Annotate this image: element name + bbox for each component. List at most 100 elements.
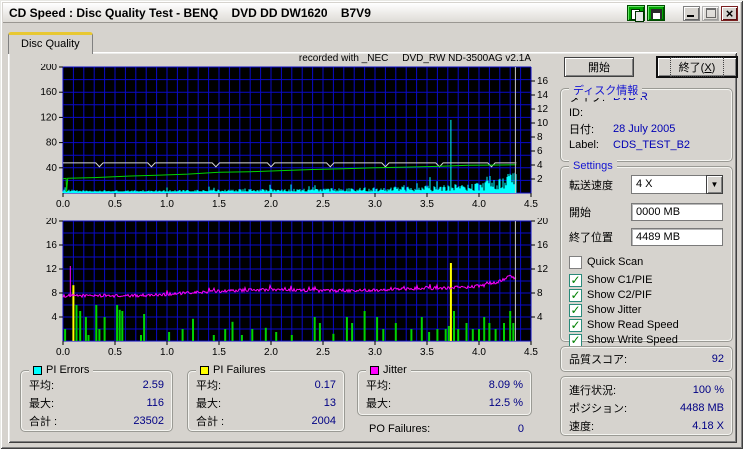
stat-value: 2.59 xyxy=(142,379,164,391)
tab-disc-quality[interactable]: Disc Quality xyxy=(8,32,93,54)
close-button[interactable]: × xyxy=(721,5,738,21)
quality-score-value: 92 xyxy=(711,353,724,365)
start-button[interactable]: 開始 xyxy=(564,57,634,77)
save-icon[interactable] xyxy=(647,5,665,21)
pi-failures-jitter-chart: 20 16 12 8 4 20 16 12 8 4 0.0 0.5 1.0 1.5 2.0 2.5 3.0 3.5… xyxy=(46,218,549,357)
svg-text:4: 4 xyxy=(537,312,543,323)
end-pos-label: 終了位置 xyxy=(569,232,613,244)
svg-text:2.5: 2.5 xyxy=(316,347,330,357)
stat-row: 平均: 0.17 xyxy=(188,376,344,394)
svg-text:12: 12 xyxy=(537,264,549,275)
pi-errors-title: PI Errors xyxy=(46,364,90,376)
start-pos-input[interactable]: 0000 MB xyxy=(631,203,723,221)
checkbox-show-read-speed[interactable]: ✓ Show Read Speed xyxy=(569,318,679,332)
stat-label: 平均: xyxy=(366,380,392,392)
exit-button-label: 終了(X) xyxy=(669,57,725,77)
checkbox-quick-scan[interactable]: Quick Scan xyxy=(569,255,643,269)
quality-score-row: 品質スコア: 92 xyxy=(561,350,732,368)
svg-text:160: 160 xyxy=(40,87,57,98)
checkbox-label: Quick Scan xyxy=(587,256,644,268)
svg-text:12: 12 xyxy=(46,264,58,275)
copy-icon[interactable] xyxy=(627,5,645,22)
svg-text:80: 80 xyxy=(46,138,58,149)
svg-text:3.0: 3.0 xyxy=(368,347,382,357)
end-pos-row: 終了位置 4489 MB xyxy=(569,228,723,246)
start-pos-row: 開始 0000 MB xyxy=(569,203,723,221)
svg-text:2.0: 2.0 xyxy=(264,347,278,357)
speed-row: 転送速度 4 X ▼ xyxy=(569,175,723,194)
jitter-legend: Jitter xyxy=(366,364,411,376)
stat-row: 最大: 116 xyxy=(21,394,172,412)
pi-failures-legend: PI Failures xyxy=(196,364,270,376)
disc-info-row: 日付: 28 July 2005 xyxy=(561,121,732,137)
stat-row: 平均: 2.59 xyxy=(21,376,172,394)
checkbox-box[interactable]: ✓ xyxy=(569,273,582,287)
stat-label: 最大: xyxy=(196,398,222,410)
po-failures-label: PO Failures: xyxy=(369,423,431,435)
checkbox-label: Show Jitter xyxy=(587,304,642,316)
svg-text:40: 40 xyxy=(46,163,58,174)
disc-label-value: CDS_TEST_B2 xyxy=(613,139,691,151)
settings-title: Settings xyxy=(569,160,617,172)
stat-value: 116 xyxy=(146,397,164,409)
exit-button[interactable]: 終了(X) xyxy=(656,56,738,78)
svg-text:4.5: 4.5 xyxy=(524,199,538,209)
checkbox-show-jitter[interactable]: ✓ Show Jitter xyxy=(569,303,641,317)
speed-status-label: 速度: xyxy=(569,421,595,433)
svg-text:0.5: 0.5 xyxy=(108,199,122,209)
svg-text:20: 20 xyxy=(537,218,549,227)
svg-text:16: 16 xyxy=(46,240,58,251)
checkbox-box[interactable]: ✓ xyxy=(569,303,582,317)
stat-value: 0.17 xyxy=(314,379,336,391)
close-icon: × xyxy=(725,5,734,21)
checkbox-label: Show Read Speed xyxy=(587,319,679,331)
svg-text:4: 4 xyxy=(537,160,543,171)
maximize-button[interactable] xyxy=(702,5,719,21)
checkbox-label: Show C2/PIF xyxy=(587,289,652,301)
svg-text:12: 12 xyxy=(537,104,549,115)
checkbox-box[interactable]: ✓ xyxy=(569,288,582,302)
checkbox-show-c1-pie[interactable]: ✓ Show C1/PIE xyxy=(569,273,652,287)
checkbox-box[interactable]: ✓ xyxy=(569,318,582,332)
svg-text:1.0: 1.0 xyxy=(160,347,174,357)
checkbox-show-c2-pif[interactable]: ✓ Show C2/PIF xyxy=(569,288,652,302)
svg-text:0.5: 0.5 xyxy=(108,347,122,357)
settings-group: Settings 転送速度 4 X ▼ 開始 0000 MB 終了位置 4489… xyxy=(560,160,733,347)
stat-label: 平均: xyxy=(196,380,222,392)
disc-date-value: 28 July 2005 xyxy=(613,123,676,135)
svg-text:4: 4 xyxy=(51,312,57,323)
stat-label: 合計 : xyxy=(196,416,225,428)
end-pos-input[interactable]: 4489 MB xyxy=(631,228,723,246)
svg-text:200: 200 xyxy=(40,64,57,73)
checkbox-box[interactable] xyxy=(569,255,582,269)
svg-text:8: 8 xyxy=(51,288,57,299)
svg-text:4.0: 4.0 xyxy=(472,199,486,209)
stat-row: 最大: 12.5 % xyxy=(358,394,531,412)
svg-text:14: 14 xyxy=(537,90,549,101)
stat-label: 最大: xyxy=(29,398,55,410)
svg-text:120: 120 xyxy=(40,112,57,123)
chevron-down-icon[interactable]: ▼ xyxy=(706,175,723,194)
position-row: ポジション: 4488 MB xyxy=(561,399,732,417)
svg-text:16: 16 xyxy=(537,76,549,87)
svg-text:3.0: 3.0 xyxy=(368,199,382,209)
checkbox-label: Show C1/PIE xyxy=(587,274,653,286)
svg-text:1.5: 1.5 xyxy=(212,347,226,357)
pi-errors-legend: PI Errors xyxy=(29,364,94,376)
app-window: CD Speed : Disc Quality Test - BENQ DVD … xyxy=(0,0,743,449)
stat-row: 合計 : 23502 xyxy=(21,412,172,430)
start-pos-label: 開始 xyxy=(569,207,591,219)
minimize-button[interactable] xyxy=(683,5,700,21)
checkbox-box[interactable]: ✓ xyxy=(569,333,582,347)
stat-row: 最大: 13 xyxy=(188,394,344,412)
tab-label: Disc Quality xyxy=(21,38,80,50)
pi-failures-title: PI Failures xyxy=(213,364,266,376)
speed-select[interactable]: 4 X ▼ xyxy=(631,175,723,194)
disc-info-row: Label: CDS_TEST_B2 xyxy=(561,137,732,153)
stat-value: 12.5 % xyxy=(488,397,523,409)
tab-strip: Disc Quality xyxy=(8,32,93,54)
speed-label: 転送速度 xyxy=(569,179,613,192)
pi-errors-color-swatch xyxy=(33,365,42,375)
checkbox-show-write-speed[interactable]: ✓ Show Write Speed xyxy=(569,333,678,347)
svg-text:2.0: 2.0 xyxy=(264,199,278,209)
